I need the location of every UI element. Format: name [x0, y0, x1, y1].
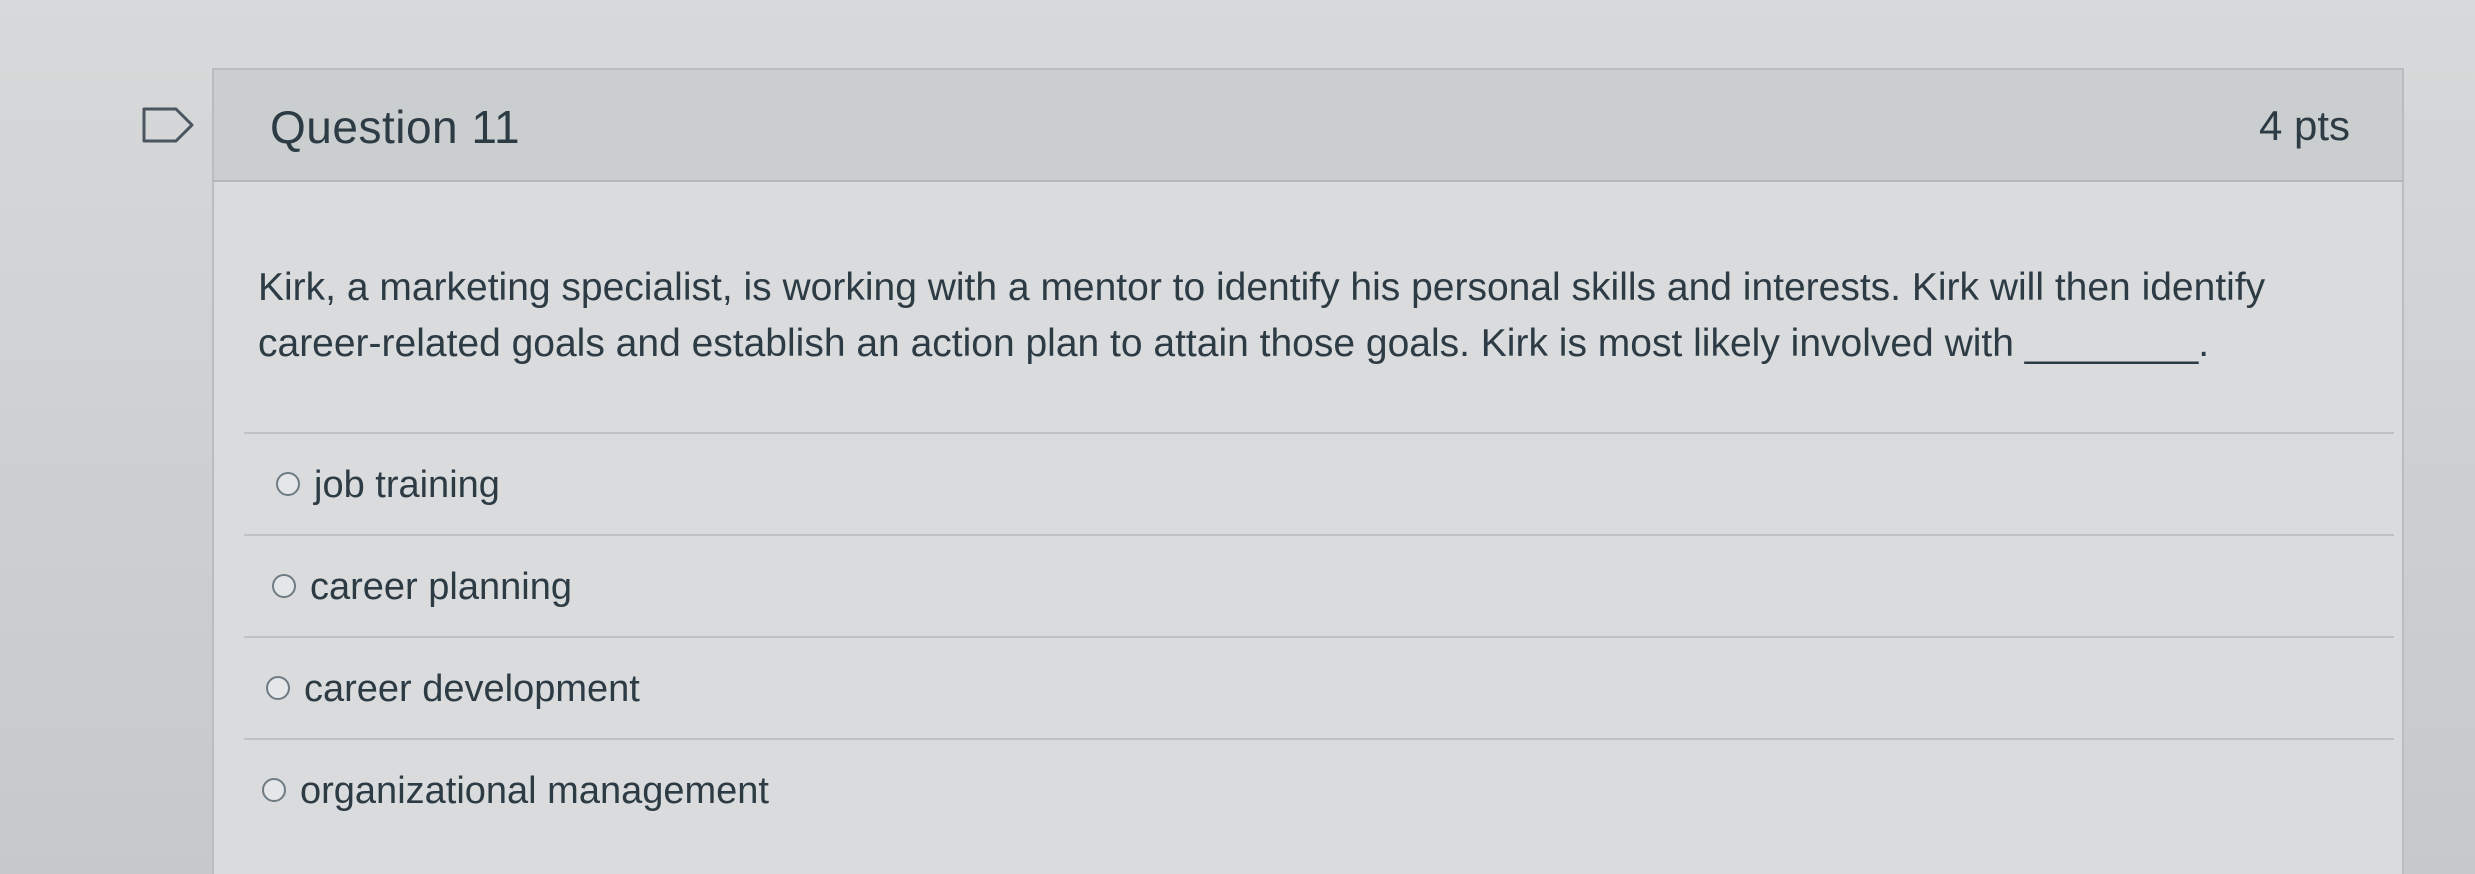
radio-unselected-icon[interactable] [262, 778, 286, 802]
answer-list: job training career planning career deve… [244, 432, 2394, 840]
answer-option[interactable]: career planning [244, 534, 2394, 636]
answer-option[interactable]: organizational management [244, 738, 2394, 840]
answer-option[interactable]: career development [244, 636, 2394, 738]
question-card: Question 11 4 pts Kirk, a marketing spec… [212, 68, 2404, 874]
radio-unselected-icon[interactable] [276, 472, 300, 496]
radio-unselected-icon[interactable] [266, 676, 290, 700]
question-title: Question 11 [270, 101, 521, 153]
question-points: 4 pts [2258, 102, 2350, 149]
question-header: Question 11 4 pts [214, 70, 2402, 182]
quiz-page: Question 11 4 pts Kirk, a marketing spec… [0, 0, 2475, 874]
answer-label[interactable]: job training [314, 464, 500, 507]
answer-label[interactable]: career planning [310, 566, 572, 609]
question-text: Kirk, a marketing specialist, is working… [258, 266, 2266, 365]
answer-label[interactable]: career development [304, 668, 640, 711]
answer-label[interactable]: organizational management [300, 770, 769, 813]
flag-question-icon[interactable] [142, 107, 194, 143]
answer-option[interactable]: job training [244, 432, 2394, 534]
radio-unselected-icon[interactable] [272, 574, 296, 598]
